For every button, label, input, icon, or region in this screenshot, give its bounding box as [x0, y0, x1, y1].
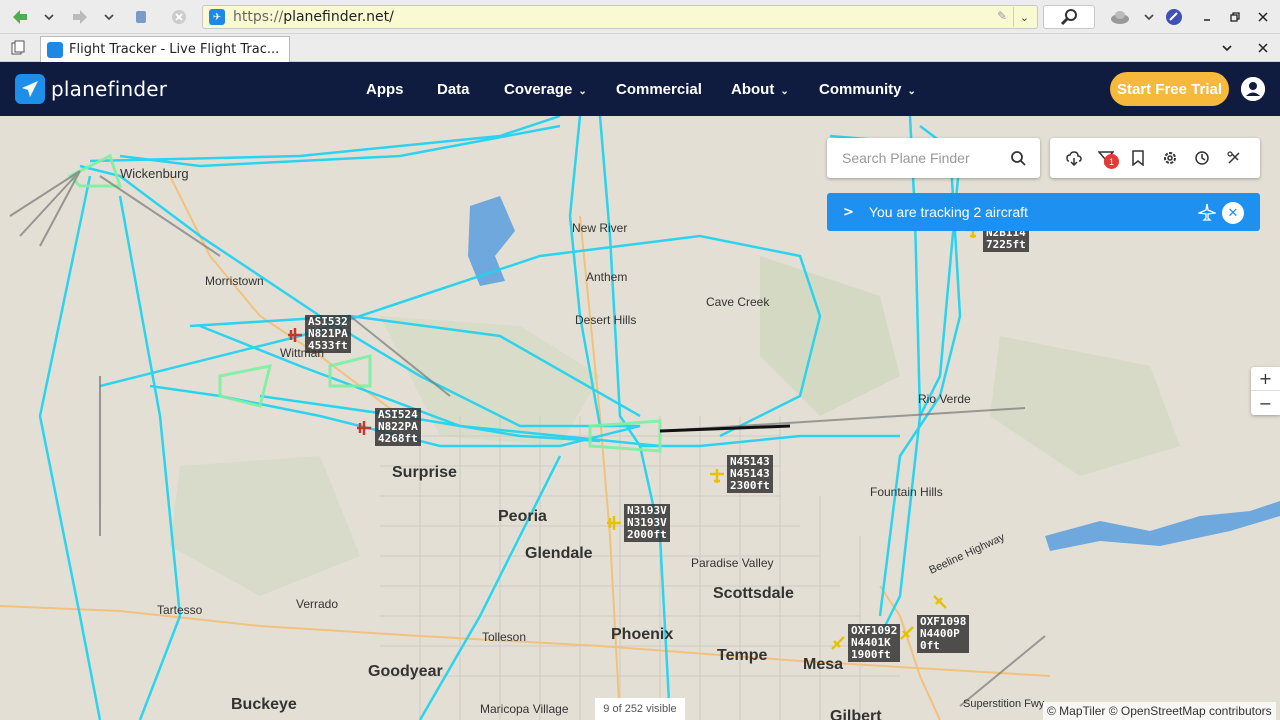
address-dropdown-icon[interactable]: ⌄	[1013, 7, 1035, 27]
place-desert-hills: Desert Hills	[575, 313, 637, 327]
extension-icon[interactable]	[1108, 5, 1132, 29]
reload-icon[interactable]	[130, 5, 152, 29]
zoom-control: + −	[1251, 367, 1280, 415]
address-bar[interactable]: ✈ https://planefinder.net/ ✎ ⌄	[202, 5, 1038, 29]
planefinder-logo[interactable]: planefinder	[15, 74, 167, 104]
place-glendale: Glendale	[525, 545, 593, 562]
minimize-icon[interactable]	[1198, 5, 1216, 29]
bookmark-icon[interactable]	[1130, 150, 1146, 166]
forward-icon[interactable]	[68, 5, 92, 29]
aircraft-label[interactable]: ASI524 N822PA 4268ft	[375, 408, 421, 446]
extension-menu-icon[interactable]	[1140, 5, 1158, 29]
aircraft-label[interactable]: OXF1092 N4401K 1900ft	[848, 624, 901, 662]
site-header: planefinder Apps Data Coverage ⌄ Commerci…	[0, 62, 1280, 116]
nav-coverage[interactable]: Coverage ⌄	[504, 81, 587, 98]
browser-toolbar: ✈ https://planefinder.net/ ✎ ⌄	[0, 0, 1280, 34]
tracking-text: You are tracking 2 aircraft	[868, 204, 1028, 220]
tab-list-icon[interactable]	[8, 36, 28, 60]
aircraft-icon[interactable]	[931, 593, 949, 611]
zoom-in-button[interactable]: +	[1251, 367, 1280, 391]
logo-text: planefinder	[51, 77, 168, 101]
place-scottsdale: Scottsdale	[713, 585, 794, 602]
nav-about[interactable]: About ⌄	[731, 81, 789, 98]
playback-icon[interactable]	[1226, 150, 1242, 166]
place-tempe: Tempe	[717, 647, 768, 664]
restore-icon[interactable]	[1226, 5, 1244, 29]
place-tolleson: Tolleson	[482, 630, 527, 644]
aircraft-label[interactable]: OXF1098 N4400P 0ft	[917, 615, 970, 653]
search-icon[interactable]	[1010, 150, 1026, 166]
search-input[interactable]: Search Plane Finder	[827, 138, 1040, 178]
place-fountain-hills: Fountain Hills	[870, 485, 943, 499]
plane-logo-icon	[15, 74, 45, 104]
tab-favicon	[47, 41, 63, 58]
zoom-out-button[interactable]: −	[1251, 391, 1280, 415]
back-menu-icon[interactable]	[40, 5, 58, 29]
back-icon[interactable]	[8, 5, 32, 29]
aircraft-icon[interactable]	[605, 514, 623, 532]
tab-title: Flight Tracker - Live Flight Trac...	[69, 42, 280, 57]
place-new-river: New River	[572, 221, 628, 235]
place-cave-creek: Cave Creek	[706, 295, 770, 309]
place-anthem: Anthem	[586, 270, 628, 284]
place-gilbert: Gilbert	[830, 708, 882, 720]
search-icon	[1060, 9, 1077, 26]
aircraft-icon[interactable]	[355, 419, 373, 437]
place-rio-verde: Rio Verde	[918, 392, 971, 406]
tracking-bar[interactable]: > You are tracking 2 aircraft ✕	[827, 193, 1260, 231]
tab-bar: Flight Tracker - Live Flight Trac...	[0, 34, 1280, 62]
aircraft-label[interactable]: ASI532 N821PA 4533ft	[305, 315, 351, 353]
place-goodyear: Goodyear	[368, 663, 443, 680]
nav-apps[interactable]: Apps	[366, 81, 404, 98]
browser-logo-icon[interactable]	[1164, 5, 1184, 29]
aircraft-icon[interactable]	[708, 467, 726, 485]
chevron-right-icon[interactable]: >	[843, 205, 854, 220]
aircraft-label[interactable]: N45143 N45143 2300ft	[727, 455, 773, 493]
filter-alert-badge: 1	[1104, 154, 1119, 169]
close-tracking-button[interactable]: ✕	[1222, 202, 1244, 224]
map-attribution[interactable]: © MapTiler © OpenStreetMap contributors	[1043, 702, 1276, 720]
chevron-down-icon: ⌄	[578, 85, 587, 97]
nav-data[interactable]: Data	[437, 81, 470, 98]
road-superstition: Superstition Fwy	[963, 698, 1045, 710]
place-peoria: Peoria	[498, 508, 547, 525]
weather-icon[interactable]	[1066, 150, 1082, 166]
address-url: https://planefinder.net/	[233, 9, 394, 25]
place-tartesso: Tartesso	[157, 603, 203, 617]
tab-overflow-icon[interactable]	[1218, 36, 1236, 60]
place-morristown: Morristown	[205, 274, 264, 288]
place-phoenix: Phoenix	[611, 626, 674, 643]
tab-planefinder[interactable]: Flight Tracker - Live Flight Trac...	[40, 36, 290, 62]
aircraft-icon[interactable]	[286, 326, 304, 344]
close-tab-icon[interactable]	[1254, 36, 1272, 60]
place-surprise: Surprise	[392, 464, 457, 481]
aircraft-icon[interactable]	[898, 624, 916, 642]
settings-icon[interactable]	[1162, 150, 1178, 166]
aircraft-icon[interactable]	[829, 634, 847, 652]
place-buckeye: Buckeye	[231, 696, 297, 713]
map-tools-panel	[1050, 138, 1260, 178]
place-wickenburg: Wickenburg	[120, 166, 189, 181]
chevron-down-icon: ⌄	[780, 85, 789, 97]
search-placeholder: Search Plane Finder	[842, 150, 970, 166]
visible-count: 9 of 252 visible	[595, 698, 685, 720]
nav-community[interactable]: Community ⌄	[819, 81, 916, 98]
site-favicon: ✈	[209, 9, 225, 25]
browser-search-button[interactable]	[1043, 5, 1095, 29]
forward-menu-icon[interactable]	[100, 5, 118, 29]
clear-icon[interactable]: ✎	[997, 9, 1007, 23]
start-free-trial-button[interactable]: Start Free Trial	[1110, 72, 1229, 106]
history-icon[interactable]	[1194, 150, 1210, 166]
chevron-down-icon: ⌄	[907, 85, 916, 97]
plane-outline-icon[interactable]	[1198, 203, 1216, 221]
place-maricopa-village: Maricopa Village	[480, 702, 569, 716]
close-window-icon[interactable]	[1254, 5, 1272, 29]
aircraft-label[interactable]: N3193V N3193V 2000ft	[624, 504, 670, 542]
stop-icon[interactable]	[168, 5, 190, 29]
place-verrado: Verrado	[296, 597, 339, 611]
place-mesa: Mesa	[803, 656, 844, 673]
nav-commercial[interactable]: Commercial	[616, 81, 702, 98]
place-paradise-valley: Paradise Valley	[691, 556, 774, 570]
user-account-icon[interactable]	[1241, 77, 1265, 101]
